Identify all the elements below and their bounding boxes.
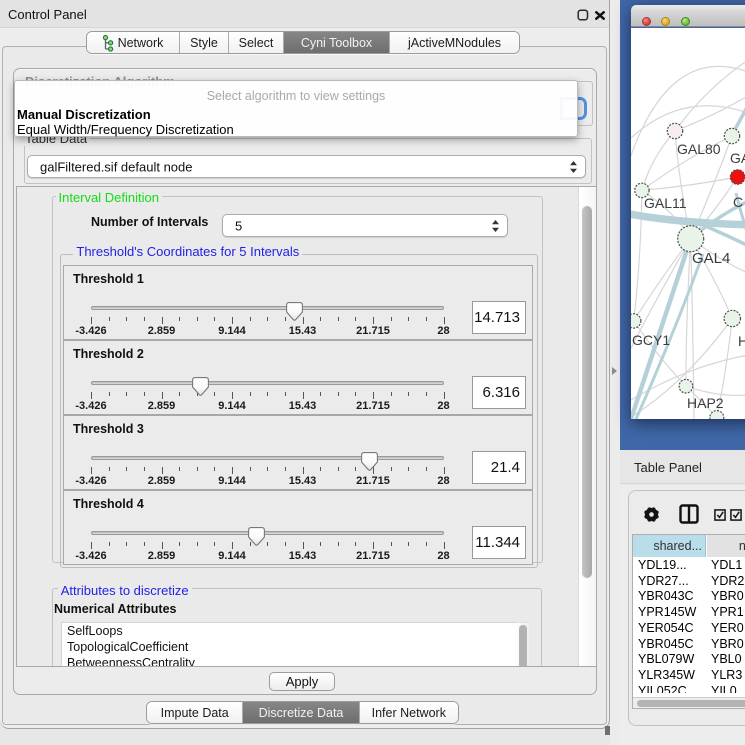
svg-text:GAL3: GAL3 [730,150,745,166]
svg-text:GAL80: GAL80 [677,141,721,157]
svg-text:GCY1: GCY1 [632,332,670,348]
svg-text:H: H [738,333,745,349]
svg-text:C: C [733,194,743,210]
svg-text:GAL4: GAL4 [692,250,730,267]
svg-text:HAP2: HAP2 [687,395,724,411]
svg-text:GAL11: GAL11 [644,195,687,211]
